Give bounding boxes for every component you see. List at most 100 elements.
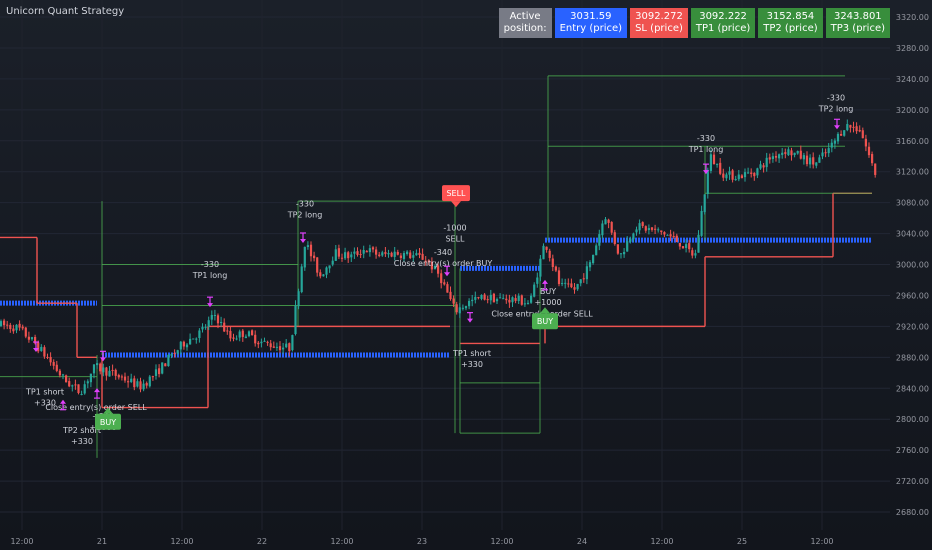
candle-body: [120, 376, 123, 378]
candle-body: [185, 344, 189, 348]
chart-root: { "title": "Unicorn Quant Strategy", "pa…: [0, 0, 932, 550]
candle-body: [623, 251, 626, 255]
candle-body: [843, 130, 846, 136]
candle-body: [322, 274, 325, 277]
candle-body: [669, 234, 672, 237]
annotation-label: TP2 long: [818, 105, 854, 114]
signal-arrow-icon: [94, 388, 100, 399]
candle-body: [477, 297, 480, 299]
candle-body: [179, 341, 182, 350]
candle-body: [595, 245, 598, 256]
candle-body: [371, 247, 375, 250]
annotation-label: Close entry(s) order SELL: [45, 403, 147, 412]
candle-body: [251, 330, 254, 336]
panel-tp2-cell: 3152.854 TP2 (price): [758, 8, 823, 38]
candle-body: [0, 321, 3, 326]
candle-body: [809, 157, 812, 165]
candle-body: [694, 253, 697, 256]
y-tick-label: 3040.00: [896, 230, 929, 239]
candle-body: [207, 320, 210, 327]
candle-body: [638, 223, 641, 231]
y-tick-label: 2800.00: [896, 415, 929, 424]
candle-body: [867, 146, 871, 156]
candle-body: [161, 362, 164, 374]
svg-text:SELL: SELL: [446, 189, 466, 198]
candle-body: [824, 152, 827, 154]
candle-body: [663, 232, 666, 235]
candle-body: [874, 163, 877, 175]
candle-body: [536, 277, 539, 284]
candle-body: [440, 273, 443, 284]
candle-body: [762, 165, 765, 168]
candle-body: [492, 293, 495, 303]
candle-body: [272, 346, 275, 348]
candle-body: [790, 150, 793, 156]
candle-body: [89, 373, 92, 383]
candle-body: [285, 343, 288, 348]
candle-body: [108, 370, 111, 377]
candle-body: [291, 335, 294, 351]
candle-body: [495, 299, 499, 302]
svg-text:BUY: BUY: [537, 317, 553, 326]
y-tick-label: 2920.00: [896, 322, 929, 331]
panel-entry-cell: 3031.59 Entry (price): [554, 8, 628, 38]
candle-body: [210, 314, 213, 320]
candle-body: [334, 249, 337, 261]
candle-body: [176, 350, 179, 354]
active-position-panel: Active position: 3031.59 Entry (price) 309…: [498, 8, 890, 38]
x-tick-label: 12:00: [170, 537, 193, 546]
candle-body: [418, 252, 421, 255]
candle-body: [309, 244, 313, 257]
price-chart[interactable]: TP1 short +330 Close entry(s) order SELL +3…: [0, 0, 932, 550]
candle-body: [855, 126, 858, 132]
candle-body: [697, 234, 700, 253]
candle-body: [316, 257, 319, 273]
candle-body: [827, 148, 830, 154]
candle-body: [46, 356, 49, 358]
candle-body: [167, 354, 170, 367]
candle-body: [545, 246, 548, 250]
candle-body: [189, 338, 192, 345]
candle-body: [164, 363, 167, 367]
y-tick-label: 3320.00: [896, 13, 929, 22]
candle-body: [781, 152, 784, 155]
candle-body: [393, 251, 396, 257]
candle-body: [136, 381, 139, 387]
candle-body: [765, 157, 768, 168]
annotation-label: -1000: [443, 223, 466, 232]
candle-body: [588, 262, 592, 268]
candle-body: [443, 282, 446, 285]
candle-body: [486, 299, 489, 301]
candle-body: [49, 356, 52, 363]
candle-body: [585, 266, 588, 280]
candle-body: [787, 149, 790, 156]
candle-body: [483, 294, 486, 300]
candle-body: [650, 227, 654, 230]
candle-body: [344, 252, 347, 259]
y-tick-label: 3280.00: [896, 44, 929, 53]
candle-body: [626, 241, 629, 252]
annotation-label: TP1 short: [452, 349, 491, 358]
candle-body: [657, 229, 660, 231]
candle-body: [836, 133, 840, 142]
y-tick-label: 3200.00: [896, 106, 929, 115]
candle-body: [446, 284, 449, 293]
candle-body: [350, 254, 353, 258]
candle-body: [145, 383, 148, 386]
candle-body: [737, 174, 740, 180]
candle-body: [750, 172, 753, 174]
candle-body: [743, 172, 747, 178]
candle-body: [654, 228, 657, 230]
candle-body: [123, 376, 127, 381]
candle-body: [840, 133, 843, 136]
candle-body: [706, 169, 709, 194]
candle-body: [18, 323, 21, 328]
candle-body: [319, 272, 322, 277]
candle-body: [257, 342, 260, 345]
candle-body: [244, 336, 247, 339]
x-tick-label: 25: [737, 537, 747, 546]
candle-body: [27, 336, 30, 340]
candle-body: [619, 253, 623, 255]
candle-body: [297, 291, 300, 307]
candle-body: [610, 222, 613, 233]
